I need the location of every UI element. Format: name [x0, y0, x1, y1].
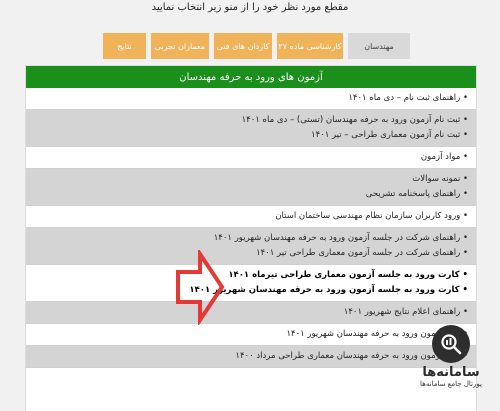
exam-link[interactable]: کارت ورود به جلسه آزمون معماری طراحی تیر… — [32, 268, 468, 283]
site-logo: سامانه‌ها پورتال جامع سامانه‌ها — [408, 325, 494, 405]
exam-link[interactable]: نتایج آزمون ورود به حرفه مهندسان شهریور … — [32, 327, 468, 342]
list-item: راهنمای ثبت نام – دی ماه ۱۴۰۱ — [26, 88, 476, 110]
tab-results[interactable]: نتایج — [103, 33, 146, 59]
tab-article-27[interactable]: کارشناسی ماده ۲۷ — [277, 33, 343, 59]
list-item: ثبت نام آزمون ورود به حرفه مهندسان (تستی… — [26, 110, 476, 147]
category-tabs: مهندسان کارشناسی ماده ۲۷ کاردان های فنی … — [98, 33, 410, 59]
arrow-right-icon — [176, 250, 225, 325]
exam-link[interactable]: نمونه سوالات — [32, 172, 468, 187]
exam-link[interactable]: مواد آزمون — [32, 150, 468, 165]
exam-link[interactable]: ثبت نام آزمون ورود به حرفه مهندسان (تستی… — [32, 113, 468, 128]
exam-link[interactable]: نتایج آزمون ورود به حرفه مهندسان معماری … — [32, 349, 468, 364]
logo-subtitle: پورتال جامع سامانه‌ها — [420, 380, 482, 388]
exam-link[interactable]: راهنمای پاسخنامه تشریحی — [32, 187, 468, 202]
exam-link[interactable]: کارت ورود به جلسه آزمون ورود به حرفه مهن… — [32, 283, 468, 298]
exam-link[interactable]: ثبت نام آزمون معماری طراحی – تیر ۱۴۰۱ — [32, 128, 468, 143]
exam-link[interactable]: راهنمای شرکت در جلسه آزمون ورود به حرفه … — [32, 231, 468, 246]
panel-title: آزمون های ورود به حرفه مهندسان — [26, 66, 476, 88]
list-item: ورود کاربران سازمان نظام مهندسی ساختمان … — [26, 206, 476, 228]
list-item: راهنمای شرکت در جلسه آزمون ورود به حرفه … — [26, 228, 476, 265]
list-item: نمونه سوالاتراهنمای پاسخنامه تشریحی — [26, 169, 476, 206]
tab-engineers[interactable]: مهندسان — [348, 33, 410, 59]
exam-link[interactable]: راهنمای ثبت نام – دی ماه ۱۴۰۱ — [32, 91, 468, 106]
exam-link[interactable]: راهنمای اعلام نتایج شهریور ۱۴۰۱ — [32, 305, 468, 320]
tab-technicians[interactable]: کاردان های فنی — [214, 33, 272, 59]
list-item: مواد آزمون — [26, 147, 476, 169]
tab-experienced-architects[interactable]: معماران تجربی — [151, 33, 209, 59]
magnifier-icon — [432, 325, 470, 363]
logo-name: سامانه‌ها — [422, 365, 480, 380]
instruction-text: مقطع مورد نظر خود را از منو زیر انتخاب ن… — [151, 2, 349, 13]
list-item: کارت ورود به جلسه آزمون معماری طراحی تیر… — [26, 265, 476, 302]
list-item: راهنمای اعلام نتایج شهریور ۱۴۰۱ — [26, 302, 476, 324]
exam-link[interactable]: راهنمای شرکت در جلسه آزمون معماری طراحی … — [32, 246, 468, 261]
exam-link[interactable]: ورود کاربران سازمان نظام مهندسی ساختمان … — [32, 209, 468, 224]
